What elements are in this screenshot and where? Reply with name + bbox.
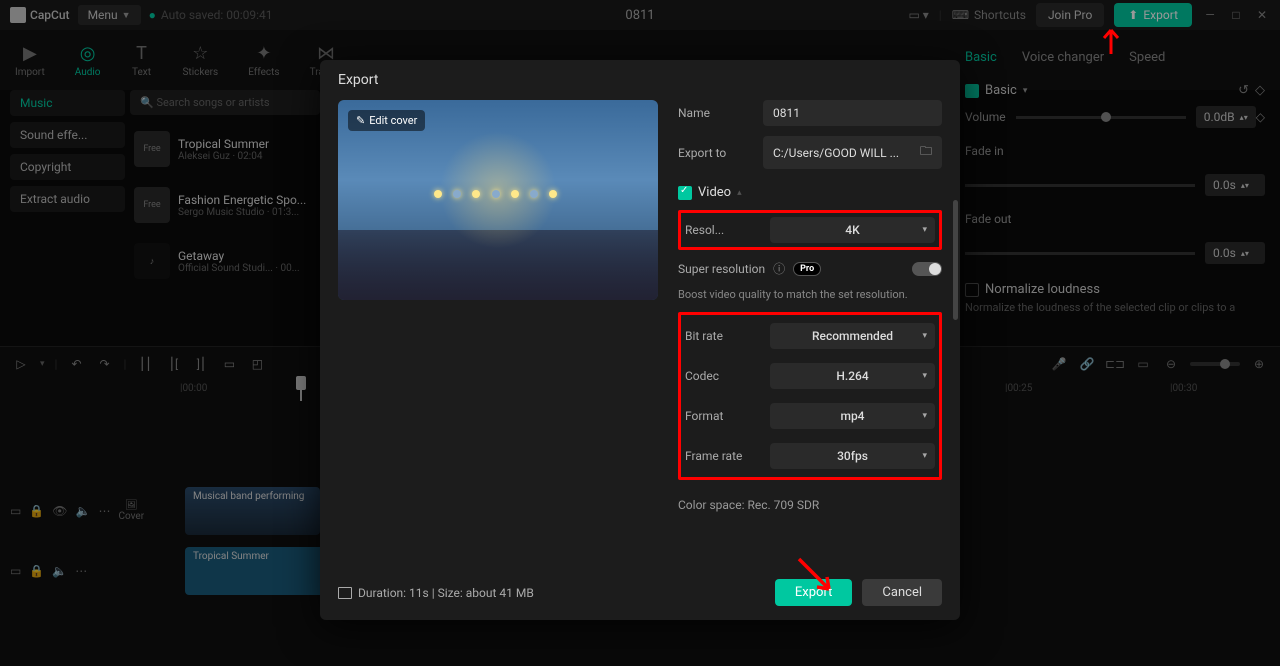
film-icon <box>338 587 352 599</box>
chevron-down-icon: ▾ <box>922 411 927 421</box>
checkbox-checked-icon[interactable] <box>678 186 692 200</box>
bitrate-select[interactable]: Recommended▾ <box>770 323 935 349</box>
chevron-down-icon: ▾ <box>922 331 927 341</box>
super-resolution-toggle[interactable] <box>912 262 942 276</box>
folder-icon[interactable]: 🗀 <box>920 142 932 163</box>
cancel-button[interactable]: Cancel <box>862 579 942 606</box>
annotation-arrow-icon <box>795 555 835 595</box>
info-icon[interactable]: ⓘ <box>773 260 785 277</box>
export-preview: ✎Edit cover <box>338 100 658 300</box>
resolution-label: Resol... <box>685 223 760 237</box>
modal-title: Export <box>320 60 960 100</box>
framerate-select[interactable]: 30fps▾ <box>770 443 935 469</box>
export-duration-info: Duration: 11s | Size: about 41 MB <box>338 586 534 600</box>
format-label: Format <box>685 409 760 423</box>
chevron-down-icon: ▾ <box>922 371 927 381</box>
codec-label: Codec <box>685 369 760 383</box>
framerate-label: Frame rate <box>685 449 760 463</box>
annotation-arrow-icon <box>1096 28 1126 58</box>
codec-select[interactable]: H.264▾ <box>770 363 935 389</box>
highlight-encoding: Bit rate Recommended▾ Codec H.264▾ Formatm… <box>678 312 942 480</box>
resolution-select[interactable]: 4K▾ <box>770 217 935 243</box>
highlight-resolution: Resol... 4K▾ <box>678 210 942 250</box>
exportto-label: Export to <box>678 146 753 160</box>
name-input[interactable] <box>763 100 942 126</box>
format-select[interactable]: mp4▾ <box>770 403 935 429</box>
export-path[interactable]: C:/Users/GOOD WILL ...🗀 <box>763 136 942 169</box>
chevron-down-icon: ▾ <box>922 451 927 461</box>
edit-cover-button[interactable]: ✎Edit cover <box>348 110 425 131</box>
export-modal: Export ✎Edit cover Name Export to C:/Use… <box>320 60 960 620</box>
bitrate-label: Bit rate <box>685 329 760 343</box>
chevron-down-icon: ▾ <box>922 225 927 235</box>
super-resolution-row: Super resolution ⓘ Pro <box>678 260 942 277</box>
super-resolution-hint: Boost video quality to match the set res… <box>678 287 942 302</box>
pro-badge: Pro <box>793 262 821 276</box>
pencil-icon: ✎ <box>356 114 365 127</box>
name-label: Name <box>678 106 753 120</box>
super-resolution-label: Super resolution <box>678 262 765 276</box>
video-section-header[interactable]: Video▴ <box>678 185 942 200</box>
colorspace-info: Color space: Rec. 709 SDR <box>678 498 942 512</box>
